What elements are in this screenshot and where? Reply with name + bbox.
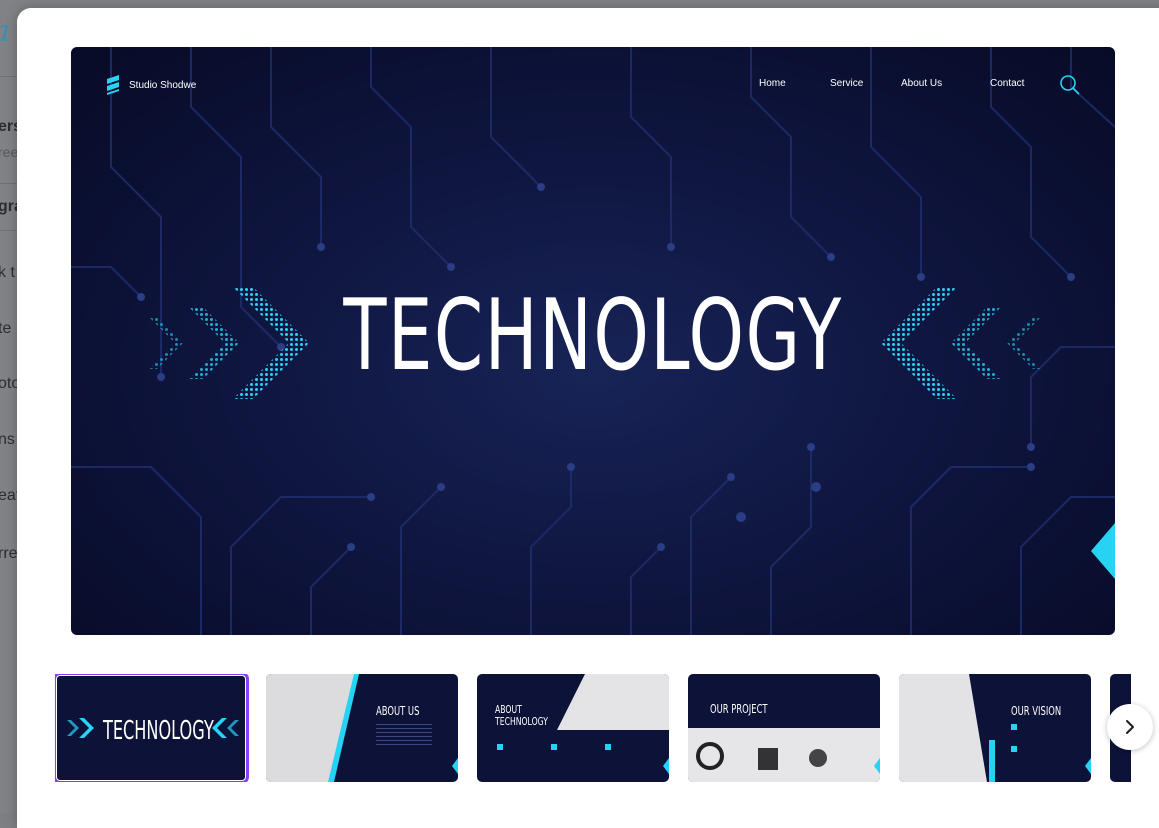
background-text: oto: [0, 375, 18, 392]
thumbnail-title: ABOUT US: [376, 704, 420, 718]
thumbnail-title: OUR VISION: [1011, 704, 1062, 718]
brand-name: Studio Shodwe: [129, 79, 197, 91]
background-logo: a: [0, 14, 10, 49]
background-text: eat: [0, 487, 18, 504]
divider: [0, 76, 18, 77]
slide-title: TECHNOLOGY: [343, 279, 843, 393]
nav-home: Home: [759, 78, 786, 89]
thumbnail-accent: [969, 674, 1091, 782]
thumbnail-accent: [696, 742, 880, 774]
brand-logo-icon: [107, 75, 119, 95]
chevron-right-icon: [1126, 720, 1134, 734]
search-icon: [1060, 75, 1080, 95]
thumbnail-title: TECHNOLOGY: [103, 716, 214, 746]
divider: [0, 183, 18, 184]
corner-accent-shape: [1091, 523, 1115, 579]
main-slide-preview: Studio Shodwe Home Service About Us Cont…: [71, 47, 1115, 635]
slide-thumbnail-4[interactable]: OUR PROJECT: [688, 674, 880, 782]
background-text: te: [0, 320, 12, 337]
nav-about-us: About Us: [901, 78, 943, 89]
divider: [0, 230, 18, 231]
background-text: rre: [0, 545, 18, 562]
background-text: ree: [0, 144, 18, 160]
nav-service: Service: [830, 78, 864, 89]
thumbnail-accent: [497, 744, 669, 774]
slide-thumbnail-3[interactable]: ABOUT TECHNOLOGY: [477, 674, 669, 782]
thumbnail-title: OUR PROJECT: [710, 702, 768, 716]
next-slide-button[interactable]: [1107, 704, 1153, 750]
background-text: ers: [0, 118, 18, 135]
slide-thumbnail-2[interactable]: ABOUT US: [266, 674, 458, 782]
slide-thumbnail-1[interactable]: TECHNOLOGY: [55, 674, 249, 782]
arrow-decoration-right: [881, 287, 1041, 399]
background-text: ns: [0, 431, 15, 448]
nav-contact: Contact: [990, 78, 1025, 89]
slide-brand: Studio Shodwe: [105, 75, 196, 95]
slide-thumbnail-strip: TECHNOLOGY ABOUT US ABOUT TECHNOLOGY OUR…: [55, 674, 1131, 782]
background-text: k t: [0, 264, 15, 281]
slide-navbar: Studio Shodwe Home Service About Us Cont…: [105, 75, 1081, 95]
background-text: gra: [0, 198, 18, 215]
thumbnail-body-text: [376, 724, 432, 748]
template-preview-modal: Studio Shodwe Home Service About Us Cont…: [17, 8, 1159, 828]
slide-thumbnail-5[interactable]: OUR VISION: [899, 674, 1091, 782]
